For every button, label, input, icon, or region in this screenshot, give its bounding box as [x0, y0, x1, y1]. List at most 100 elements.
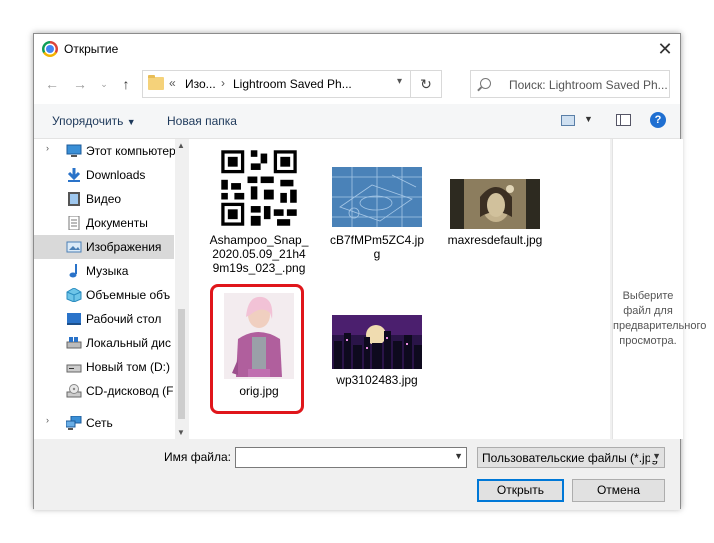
- search-icon: [480, 78, 491, 89]
- sidebar-item-this-pc[interactable]: › Этот компьютер: [34, 139, 176, 163]
- close-button[interactable]: ✕: [650, 34, 680, 64]
- sidebar-item-label: Видео: [86, 192, 122, 206]
- drive-icon: [66, 360, 82, 374]
- sidebar-item-label: Локальный дис: [86, 336, 171, 350]
- folder-icon: [148, 75, 164, 90]
- chrome-icon: [42, 41, 58, 57]
- recent-locations-chevron-icon[interactable]: ⌄: [96, 76, 112, 92]
- organize-label: Упорядочить: [52, 114, 124, 128]
- file-name: orig.jpg: [239, 384, 279, 398]
- network-icon: [65, 415, 82, 430]
- 3d-objects-icon: [66, 287, 82, 303]
- file-item[interactable]: wp3102483.jpg: [327, 287, 427, 387]
- chevron-down-icon[interactable]: ▼: [650, 451, 661, 461]
- sidebar-item-local-disk[interactable]: Локальный дис: [34, 331, 174, 355]
- preview-pane-icon[interactable]: [616, 114, 631, 126]
- chevron-down-icon[interactable]: ▼: [584, 114, 593, 124]
- sidebar-item-label: Объемные объ: [86, 288, 171, 302]
- filename-label: Имя файла:: [164, 450, 231, 464]
- sidebar-item-documents[interactable]: Документы: [34, 211, 174, 235]
- sidebar-item-video[interactable]: Видео: [34, 187, 174, 211]
- sidebar-item-label: Изображения: [86, 240, 162, 254]
- sidebar-item-label: CD-дисковод (F: [86, 384, 174, 398]
- expand-chevron-icon[interactable]: ›: [46, 143, 49, 153]
- pictures-icon: [66, 240, 82, 254]
- video-icon: [66, 192, 82, 206]
- breadcrumb-item[interactable]: Изо...: [185, 77, 216, 91]
- preview-hint: Выберите файл для предварительного просм…: [613, 290, 707, 347]
- music-icon: [66, 264, 82, 278]
- sidebar-item-pictures[interactable]: Изображения: [34, 235, 174, 259]
- chevron-down-icon[interactable]: ▾: [397, 76, 402, 87]
- dialog-footer: Имя файла: ▼ Пользовательские файлы (*.j…: [34, 439, 680, 510]
- scrollbar-thumb[interactable]: [178, 309, 185, 419]
- file-name: wp3102483.jpg: [336, 373, 418, 387]
- help-icon[interactable]: ?: [650, 112, 666, 128]
- file-name: Ashampoo_Snap_2020.05.09_21h49m19s_023_.…: [209, 233, 309, 275]
- sidebar-item-3d-objects[interactable]: Объемные объ: [34, 283, 174, 307]
- cd-drive-icon: [66, 384, 82, 398]
- desktop-icon: [66, 312, 82, 326]
- qr-code-thumbnail: [218, 147, 300, 229]
- file-type-select[interactable]: Пользовательские файлы (*.jpg ▼: [477, 447, 665, 468]
- file-item[interactable]: orig.jpg: [209, 287, 309, 398]
- sidebar-scrollbar[interactable]: ▲ ▼: [175, 139, 188, 439]
- city-night-thumbnail: [332, 287, 422, 369]
- new-folder-button[interactable]: Новая папка: [167, 114, 237, 128]
- chevron-down-icon: ▼: [126, 117, 136, 127]
- file-type-value: Пользовательские файлы (*.jpg: [482, 451, 659, 465]
- up-arrow-icon[interactable]: ↑: [118, 76, 134, 92]
- file-item[interactable]: maxresdefault.jpg: [445, 147, 545, 247]
- sidebar-item-cd-drive[interactable]: CD-дисковод (F: [34, 379, 174, 403]
- navigation-bar: ← → ⌄ ↑ « Изо... › Lightroom Saved Ph...…: [34, 64, 680, 104]
- sidebar-item-music[interactable]: Музыка: [34, 259, 174, 283]
- view-options-icon[interactable]: [561, 115, 575, 126]
- computer-icon: [66, 144, 82, 158]
- title-bar: Открытие ✕: [34, 34, 680, 64]
- portrait-thumbnail: [218, 287, 300, 382]
- sidebar-item-downloads[interactable]: Downloads: [34, 163, 174, 187]
- file-item[interactable]: cB7fMPm5ZC4.jpg: [327, 147, 427, 261]
- search-box[interactable]: Поиск: Lightroom Saved Ph...: [470, 70, 670, 98]
- sidebar-item-new-volume-d[interactable]: Новый том (D:): [34, 355, 174, 379]
- sepia-photo-thumbnail: [450, 147, 540, 229]
- sidebar-item-label: Этот компьютер: [86, 144, 176, 158]
- chevron-down-icon[interactable]: ▼: [454, 451, 463, 461]
- filename-input[interactable]: ▼: [235, 447, 467, 468]
- file-list: Ashampoo_Snap_2020.05.09_21h49m19s_023_.…: [189, 139, 610, 439]
- sidebar-item-label: Downloads: [86, 168, 146, 182]
- open-file-dialog: Открытие ✕ ← → ⌄ ↑ « Изо... › Lightroom …: [33, 33, 707, 510]
- preview-pane: Выберите файл для предварительного просм…: [612, 139, 707, 439]
- expand-chevron-icon[interactable]: ›: [46, 415, 49, 425]
- overflow-chevron-icon[interactable]: «: [169, 76, 176, 90]
- file-item[interactable]: Ashampoo_Snap_2020.05.09_21h49m19s_023_.…: [209, 147, 309, 275]
- breadcrumb-separator-icon[interactable]: ›: [221, 76, 225, 90]
- sidebar-item-label: Документы: [86, 216, 148, 230]
- downloads-icon: [66, 168, 82, 182]
- sidebar-item-label: Музыка: [86, 264, 129, 278]
- forward-arrow-icon[interactable]: →: [72, 76, 88, 92]
- window-title: Открытие: [64, 42, 119, 56]
- blueprint-thumbnail: [332, 147, 422, 229]
- command-toolbar: Упорядочить ▼ Новая папка ▼ ?: [34, 104, 680, 139]
- sidebar-item-desktop[interactable]: Рабочий стол: [34, 307, 174, 331]
- refresh-icon[interactable]: ↻: [410, 71, 441, 97]
- sidebar-item-network[interactable]: › Сеть: [34, 411, 174, 435]
- breadcrumb-item[interactable]: Lightroom Saved Ph...: [233, 77, 352, 91]
- scroll-up-icon[interactable]: ▲: [177, 141, 185, 150]
- search-placeholder: Поиск: Lightroom Saved Ph...: [509, 78, 668, 92]
- sidebar-item-label: Рабочий стол: [86, 312, 162, 326]
- navigation-pane: › Этот компьютер Downloads Видео Докумен…: [34, 139, 188, 439]
- sidebar-item-label: Сеть: [86, 416, 113, 430]
- cancel-button[interactable]: Отмена: [572, 479, 665, 502]
- back-arrow-icon[interactable]: ←: [44, 76, 60, 92]
- sidebar-item-label: Новый том (D:): [86, 360, 170, 374]
- scroll-down-icon[interactable]: ▼: [177, 428, 185, 437]
- documents-icon: [66, 215, 82, 231]
- open-button[interactable]: Открыть: [477, 479, 564, 502]
- drive-icon: [66, 336, 82, 350]
- file-name: cB7fMPm5ZC4.jpg: [329, 233, 425, 261]
- organize-button[interactable]: Упорядочить ▼: [52, 114, 136, 128]
- address-bar[interactable]: « Изо... › Lightroom Saved Ph... ▾ ↻: [142, 70, 442, 98]
- file-name: maxresdefault.jpg: [447, 233, 543, 247]
